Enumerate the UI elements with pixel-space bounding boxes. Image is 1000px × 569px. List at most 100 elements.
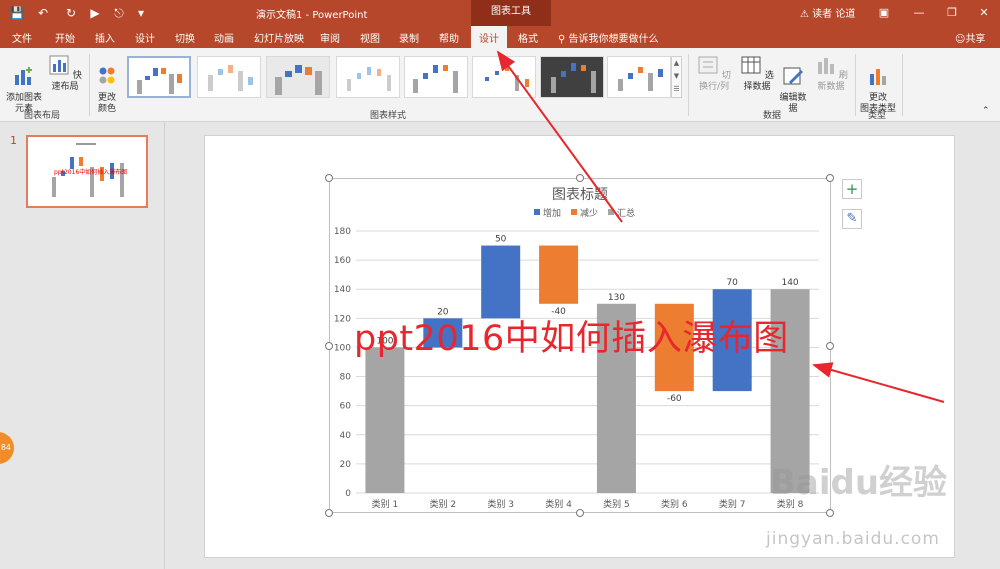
restore-icon[interactable]: ❐	[940, 4, 964, 22]
print-preview-icon[interactable]: ⎋	[110, 4, 128, 22]
customize-toolbar-icon[interactable]: ▾	[132, 4, 150, 22]
tab-insert[interactable]: 插入	[95, 30, 115, 45]
edit-data-button[interactable]: 编辑数 据	[777, 54, 809, 115]
x-tick-label: 类别 3	[487, 498, 514, 510]
refresh-data-button[interactable]: 刷新数据	[810, 54, 852, 93]
tab-animations[interactable]: 动画	[214, 30, 234, 45]
resize-handle[interactable]	[576, 174, 584, 182]
share-button[interactable]: ☺共享	[955, 30, 985, 45]
tab-view[interactable]: 视图	[360, 30, 380, 45]
save-icon[interactable]: 💾	[8, 4, 26, 22]
chart-legend[interactable]: 增加 减少 汇总	[534, 207, 635, 219]
select-data-icon	[741, 56, 761, 74]
y-tick-label: 80	[340, 373, 352, 383]
style-gallery-scroll[interactable]: ▲ ▼ ☰	[671, 56, 682, 98]
group-label-chart-layouts: 图表布局	[24, 111, 61, 121]
change-chart-type-button[interactable]: 更改 图表类型	[858, 54, 898, 115]
chart-style-2[interactable]	[197, 56, 261, 98]
resize-handle[interactable]	[325, 174, 333, 182]
group-label-type: 类型	[868, 111, 887, 121]
minimize-icon[interactable]: —	[907, 4, 931, 22]
tab-help[interactable]: 帮助	[439, 30, 459, 45]
x-tick-label: 类别 1	[372, 498, 399, 510]
ribbon: 添加图表 元素 快速布局 图表布局 更改 颜色 ▲▼☰ 图表样式 切换行/列	[0, 48, 1000, 122]
y-tick-label: 120	[334, 314, 351, 324]
quick-layout-button[interactable]: 快速布局	[45, 54, 85, 93]
y-tick-label: 60	[340, 402, 352, 412]
document-title: 演示文稿1 - PowerPoint	[256, 10, 368, 21]
legend-swatch	[571, 209, 577, 215]
change-colors-button[interactable]: 更改 颜色	[92, 54, 122, 115]
tab-slideshow[interactable]: 幻灯片放映	[254, 30, 304, 45]
ribbon-separator	[688, 54, 689, 116]
resize-handle[interactable]	[325, 509, 333, 517]
tab-design[interactable]: 设计	[135, 30, 155, 45]
redo-icon[interactable]: ↻	[62, 4, 80, 22]
tab-record[interactable]: 录制	[399, 30, 419, 45]
tab-review[interactable]: 审阅	[320, 30, 340, 45]
start-from-beginning-icon[interactable]: ▶	[86, 4, 104, 22]
resize-handle[interactable]	[325, 342, 333, 350]
y-tick-label: 160	[334, 256, 351, 266]
tab-home[interactable]: 开始	[55, 30, 75, 45]
collapse-ribbon-icon[interactable]: ⌃	[982, 106, 990, 117]
chart-style-8[interactable]	[607, 56, 671, 98]
add-chart-element-icon	[15, 67, 32, 85]
switch-row-column-button[interactable]: 切换行/列	[693, 54, 735, 93]
y-tick-label: 0	[345, 489, 351, 499]
legend-label: 增加	[543, 207, 561, 219]
chart-style-4[interactable]	[336, 56, 400, 98]
slide-thumbnail[interactable]: ppt2016中如何插入瀑布图	[26, 135, 148, 208]
resize-handle[interactable]	[826, 174, 834, 182]
y-axis-labels: 0 20 40 60 80 100 120 140 160 180	[334, 227, 351, 499]
chart-styles-brush-icon[interactable]: ✎	[842, 209, 862, 229]
switch-row-column-icon	[698, 56, 718, 74]
chart-style-3[interactable]	[266, 56, 330, 98]
lightbulb-search-icon: ⚲	[558, 34, 566, 45]
warning-icon: ⚠	[800, 9, 809, 20]
chart-title[interactable]: 图表标题	[552, 187, 608, 203]
legend-swatch	[608, 209, 614, 215]
chart-style-6[interactable]	[472, 56, 536, 98]
x-tick-label: 类别 4	[545, 498, 572, 510]
tab-file[interactable]: 文件	[12, 30, 32, 45]
edit-data-icon	[783, 67, 803, 85]
chart-elements-plus-icon[interactable]: +	[842, 179, 862, 199]
tell-me-search[interactable]: ⚲ 告诉我你想要做什么	[558, 30, 659, 45]
data-label: 140	[781, 278, 798, 288]
select-data-button[interactable]: 选择数据	[736, 54, 778, 93]
quick-layout-icon	[49, 55, 69, 75]
close-icon[interactable]: ✕	[972, 4, 996, 22]
user-account[interactable]: ⚠ 读者 论道	[800, 5, 855, 20]
tab-transitions[interactable]: 切换	[175, 30, 195, 45]
x-tick-label: 类别 6	[661, 498, 688, 510]
y-tick-label: 20	[340, 460, 352, 470]
undo-icon[interactable]: ↶	[34, 4, 52, 22]
x-tick-label: 类别 5	[603, 498, 630, 510]
legend-swatch	[534, 209, 540, 215]
x-axis-labels: 类别 1 类别 2 类别 3 类别 4 类别 5 类别 6 类别 7 类别 8	[372, 498, 804, 510]
slide-thumbnails-pane: 1 ppt2016中如何插入瀑布图	[0, 122, 165, 569]
ribbon-display-options-icon[interactable]: ▣	[872, 4, 896, 22]
ribbon-tabs: 文件 开始 插入 设计 切换 动画 幻灯片放映 审阅 视图 录制 帮助 设计 格…	[0, 26, 1000, 48]
resize-handle[interactable]	[576, 509, 584, 517]
y-tick-label: 100	[334, 343, 351, 353]
waterfall-bar	[539, 245, 579, 304]
chart-bars[interactable]	[365, 245, 810, 493]
chart-style-5[interactable]	[404, 56, 468, 98]
refresh-data-icon	[818, 58, 835, 74]
person-icon: ☺	[955, 34, 966, 45]
data-label: 70	[726, 278, 738, 288]
chart-style-7[interactable]	[540, 56, 604, 98]
ribbon-separator	[902, 54, 903, 116]
y-tick-label: 180	[334, 227, 351, 237]
tab-chart-design[interactable]: 设计	[471, 26, 507, 48]
chart-style-1[interactable]	[127, 56, 191, 98]
add-chart-element-button[interactable]: 添加图表 元素	[4, 54, 44, 115]
group-label-chart-styles: 图表样式	[370, 111, 407, 121]
title-bar: 💾 ↶ ↻ ▶ ⎋ ▾ 演示文稿1 - PowerPoint 图表工具 ⚠ 读者…	[0, 0, 1000, 26]
resize-handle[interactable]	[826, 509, 834, 517]
legend-label: 减少	[580, 207, 598, 219]
tab-chart-format[interactable]: 格式	[518, 30, 538, 45]
resize-handle[interactable]	[826, 342, 834, 350]
